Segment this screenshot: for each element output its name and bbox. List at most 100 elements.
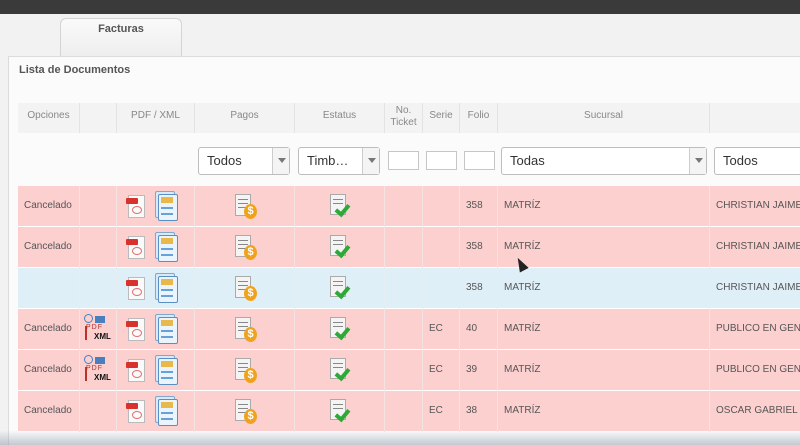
pdf-file-icon[interactable] xyxy=(126,234,148,260)
cell-folio: 358 xyxy=(460,268,498,309)
xml-file-icon[interactable] xyxy=(155,314,179,344)
cell-text-folio: 358 xyxy=(466,282,483,293)
stamped-check-icon[interactable] xyxy=(330,399,352,423)
cell-sucursal: MATRÍZ xyxy=(498,186,710,227)
payment-doc-icon[interactable]: $ xyxy=(235,235,257,261)
cell-text-cliente: CHRISTIAN JAIME xyxy=(716,241,800,252)
cliente-filter-select[interactable]: Todos xyxy=(714,147,800,175)
pagos-filter-select[interactable]: Todos xyxy=(198,147,290,175)
cell-text-opcion[interactable]: Cancelado xyxy=(18,227,79,252)
pdf-file-icon[interactable] xyxy=(126,275,148,301)
cell-mail: PDF XML xyxy=(80,309,117,350)
cell-pdfxml xyxy=(117,350,195,391)
cell-text-sucursal: MATRÍZ xyxy=(504,200,541,211)
cell-cliente: CHRISTIAN JAIME xyxy=(710,227,800,268)
folio-filter-input[interactable] xyxy=(464,151,495,170)
cell-folio: 40 xyxy=(460,309,498,350)
col-header-cliente[interactable] xyxy=(710,103,800,133)
pdf-file-icon[interactable] xyxy=(126,193,148,219)
cell-text-opcion[interactable]: Cancelado xyxy=(18,186,79,211)
cell-sucursal: MATRÍZ xyxy=(498,391,710,432)
panel-title: Lista de Documentos xyxy=(19,64,131,76)
xml-file-icon[interactable] xyxy=(155,396,179,426)
col-header-opciones: Opciones xyxy=(18,103,80,133)
xml-file-icon[interactable] xyxy=(155,191,179,221)
table-row[interactable]: $358 MATRÍZ CHRISTIAN JAIME xyxy=(18,268,800,309)
cell-text-folio: 358 xyxy=(466,241,483,252)
cell-pagos: $ xyxy=(195,268,295,309)
cell-text-sucursal: MATRÍZ xyxy=(504,282,541,293)
stamped-check-icon[interactable] xyxy=(330,276,352,300)
payment-doc-icon[interactable]: $ xyxy=(235,194,257,220)
cell-pagos: $ xyxy=(195,186,295,227)
cell-pagos: $ xyxy=(195,227,295,268)
serie-filter-input[interactable] xyxy=(426,151,457,170)
col-header-folio[interactable]: Folio xyxy=(460,103,498,133)
payment-doc-icon[interactable]: $ xyxy=(235,358,257,384)
pdf-file-icon[interactable] xyxy=(126,398,148,424)
stamped-check-icon[interactable] xyxy=(330,194,352,218)
estatus-filter-select[interactable]: Timb… xyxy=(298,147,380,175)
cell-cliente: CHRISTIAN JAIME xyxy=(710,268,800,309)
stamped-check-icon[interactable] xyxy=(330,235,352,259)
col-header-estatus[interactable]: Estatus xyxy=(295,103,385,133)
xml-file-icon[interactable] xyxy=(155,273,179,303)
cell-text-serie xyxy=(423,227,459,241)
pdf-file-icon[interactable] xyxy=(126,316,148,342)
cell-text-opcion[interactable]: Cancelado xyxy=(18,350,79,375)
xml-file-icon[interactable] xyxy=(155,232,179,262)
email-pdf-xml-icon[interactable]: PDF XML xyxy=(84,314,112,344)
cell-estatus xyxy=(295,268,385,309)
cell-text-folio: 39 xyxy=(466,364,478,375)
cell-mail xyxy=(80,268,117,309)
sucursal-filter-select[interactable]: Todas xyxy=(501,147,707,175)
payment-doc-icon[interactable]: $ xyxy=(235,317,257,343)
cell-text-folio: 40 xyxy=(466,323,478,334)
cell-text-opcion[interactable]: Cancelado xyxy=(18,391,79,416)
col-header-sucursal[interactable]: Sucursal xyxy=(498,103,710,133)
cell-sucursal: MATRÍZ xyxy=(498,350,710,391)
cell-text-sucursal: MATRÍZ xyxy=(504,323,541,334)
cell-mail xyxy=(80,186,117,227)
cell-opcion: Cancelado xyxy=(18,227,80,268)
payment-doc-icon[interactable]: $ xyxy=(235,399,257,425)
table-row[interactable]: Cancelado PDF XML $ EC 40 MATRÍZ PUBLICO EN GEN xyxy=(18,309,800,350)
cell-cliente: CHRISTIAN JAIME xyxy=(710,186,800,227)
cell-opcion: Cancelado xyxy=(18,309,80,350)
cell-sucursal: MATRÍZ xyxy=(498,227,710,268)
cell-ticket xyxy=(385,268,423,309)
cell-text-serie: EC xyxy=(429,364,443,375)
pdf-file-icon[interactable] xyxy=(126,357,148,383)
col-header-pdf-xml: PDF / XML xyxy=(117,103,195,133)
cell-serie xyxy=(423,186,460,227)
table-row[interactable]: Cancelado $358 MATRÍZ CHRISTIAN JAIME xyxy=(18,227,800,268)
cell-ticket xyxy=(385,227,423,268)
cell-sucursal: MATRÍZ xyxy=(498,309,710,350)
stamped-check-icon[interactable] xyxy=(330,358,352,382)
xml-file-icon[interactable] xyxy=(155,355,179,385)
cell-text-opcion xyxy=(18,268,79,282)
col-header-pagos[interactable]: Pagos xyxy=(195,103,295,133)
col-header-serie[interactable]: Serie xyxy=(423,103,460,133)
cell-text-opcion[interactable]: Cancelado xyxy=(18,309,79,334)
chevron-down-icon xyxy=(689,148,706,174)
email-pdf-xml-icon[interactable]: PDF XML xyxy=(84,355,112,385)
table-row[interactable]: Cancelado $358 MATRÍZ CHRISTIAN JAIME xyxy=(18,186,800,227)
ticket-filter-input[interactable] xyxy=(388,151,419,170)
table-row[interactable]: Cancelado $ EC 38 MATRÍZ OSCAR GABRIEL xyxy=(18,391,800,432)
cell-text-sucursal: MATRÍZ xyxy=(504,241,541,252)
cell-pagos: $ xyxy=(195,350,295,391)
cell-text-folio: 38 xyxy=(466,405,478,416)
col-header-ticket[interactable]: No. Ticket xyxy=(385,103,423,133)
cell-text-cliente: CHRISTIAN JAIME xyxy=(716,282,800,293)
stamped-check-icon[interactable] xyxy=(330,317,352,341)
tab-facturas[interactable]: Facturas xyxy=(60,18,182,56)
payment-doc-icon[interactable]: $ xyxy=(235,276,257,302)
table-row[interactable]: Cancelado PDF XML $ EC 39 MATRÍZ PUBLICO EN GEN xyxy=(18,350,800,391)
cell-pagos: $ xyxy=(195,309,295,350)
cell-mail: PDF XML xyxy=(80,350,117,391)
cell-text-cliente: OSCAR GABRIEL xyxy=(716,405,798,416)
cell-estatus xyxy=(295,309,385,350)
cell-folio: 38 xyxy=(460,391,498,432)
cell-sucursal: MATRÍZ xyxy=(498,268,710,309)
